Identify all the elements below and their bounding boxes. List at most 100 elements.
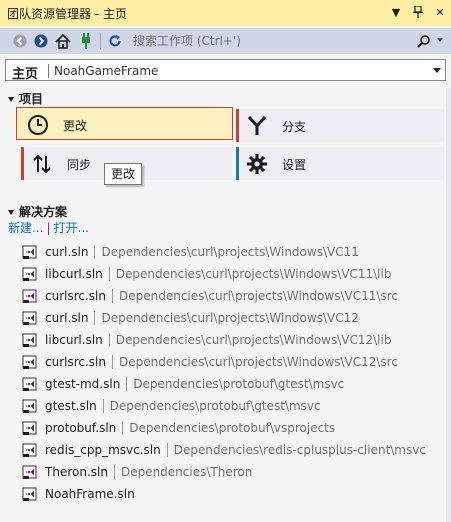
solution-path: Dependencies\curl\projects\Windows\VC12\…	[115, 333, 392, 347]
solution-separator	[94, 311, 96, 325]
solution-name: NoahFrame.sln	[45, 487, 135, 501]
solution-name: gtest.sln	[45, 399, 97, 413]
solution-separator	[126, 377, 128, 391]
solution-path: Dependencies\curl\projects\Windows\VC11\…	[119, 289, 398, 303]
gear-icon	[246, 153, 268, 175]
solution-file-icon	[22, 266, 38, 282]
solution-name: gtest-md.sln	[45, 377, 121, 391]
solution-separator	[108, 267, 110, 281]
tile-branches-label: 分支	[282, 120, 307, 134]
tooltip: 更改	[104, 163, 143, 185]
solution-file-icon	[22, 354, 38, 370]
solution-name: libcurl.sln	[45, 267, 103, 281]
page-title: 主页	[12, 67, 39, 82]
solution-path: Dependencies\Theron	[120, 465, 253, 479]
chevron-down-icon[interactable]	[433, 68, 441, 73]
solution-item[interactable]: gtest.sln Dependencies\protobuf\gtest\msv…	[22, 395, 447, 417]
tile-settings-label: 设置	[282, 158, 307, 172]
sync-icon	[31, 153, 53, 175]
solution-path: Dependencies\protobuf\vsprojects	[129, 421, 336, 435]
solution-separator	[113, 465, 115, 479]
solution-file-icon	[22, 486, 38, 502]
solution-item[interactable]: curlsrc.sln Dependencies\curl\projects\Wi…	[22, 285, 447, 307]
solution-item[interactable]: protobuf.sln Dependencies\protobuf\vsproj…	[22, 417, 447, 439]
search-input[interactable]	[133, 32, 403, 50]
solution-name: Theron.sln	[45, 465, 108, 479]
solution-item[interactable]: gtest-md.sln Dependencies\protobuf\gtest\…	[22, 373, 447, 395]
forward-icon[interactable]	[32, 32, 50, 50]
clock-icon	[27, 114, 49, 136]
collapse-triangle-icon[interactable]	[8, 96, 14, 102]
solution-path: Dependencies\curl\projects\Windows\VC12\…	[119, 355, 398, 369]
solution-path: Dependencies\curl\projects\Windows\VC11\…	[115, 267, 392, 281]
new-solution-link[interactable]: 新建...	[8, 221, 43, 235]
solution-item[interactable]: curlsrc.sln Dependencies\curl\projects\Wi…	[22, 351, 447, 373]
solution-name: curlsrc.sln	[45, 355, 106, 369]
solution-path: Dependencies\protobuf\gtest\msvc	[133, 377, 345, 391]
solution-file-icon	[22, 442, 38, 458]
solution-separator	[108, 333, 110, 347]
page-navigation[interactable]: 主页 NoahGameFrame	[5, 59, 446, 82]
solution-item[interactable]: curl.sln Dependencies\curl\projects\Windo…	[22, 307, 447, 329]
solution-file-icon	[22, 310, 38, 326]
open-solution-link[interactable]: 打开...	[54, 221, 89, 235]
solution-path: Dependencies\protobuf\gtest\msvc	[109, 399, 321, 413]
tile-changes[interactable]: 更改	[16, 107, 233, 140]
solution-file-icon	[22, 398, 38, 414]
solution-separator	[166, 443, 168, 457]
solution-file-icon	[22, 464, 38, 480]
solution-path: Dependencies\curl\projects\Windows\VC11	[101, 245, 359, 259]
solutions-section-title: 解决方案	[19, 205, 68, 219]
pin-icon[interactable]	[411, 4, 425, 20]
home-icon[interactable]	[54, 32, 72, 50]
tile-branches[interactable]: 分支	[236, 109, 444, 142]
solution-name: curlsrc.sln	[45, 289, 106, 303]
dropdown-icon[interactable]: ▼	[389, 4, 403, 20]
tile-settings[interactable]: 设置	[236, 147, 444, 180]
solution-file-icon	[22, 244, 38, 260]
solution-file-icon	[22, 376, 38, 392]
solution-file-icon	[22, 332, 38, 348]
tile-changes-label: 更改	[63, 119, 88, 133]
toolbar-separator	[100, 33, 101, 49]
solution-actions: 新建... | 打开...	[8, 221, 89, 235]
solution-separator	[112, 355, 113, 369]
branch-icon	[246, 115, 268, 137]
solution-file-icon	[22, 288, 38, 304]
toolbar	[0, 28, 451, 54]
solution-item[interactable]: libcurl.sln Dependencies\curl\projects\Wi…	[22, 263, 447, 285]
solution-name: libcurl.sln	[45, 333, 103, 347]
project-section-title: 项目	[19, 92, 44, 106]
solution-path: Dependencies\curl\projects\Windows\VC12	[101, 311, 359, 325]
solutions-section-header[interactable]: 解决方案	[8, 203, 67, 220]
solution-item[interactable]: redis_cpp_msvc.sln Dependencies\redis-cpl…	[22, 439, 447, 461]
solution-item[interactable]: curl.sln Dependencies\curl\projects\Windo…	[22, 241, 447, 263]
solution-list: curl.sln Dependencies\curl\projects\Windo…	[22, 241, 447, 505]
solution-name: redis_cpp_msvc.sln	[45, 443, 161, 457]
project-section-header[interactable]: 项目	[8, 90, 43, 107]
search-options-chevron-icon[interactable]	[437, 38, 443, 42]
scrollbar[interactable]	[446, 88, 451, 522]
solution-name: curl.sln	[45, 245, 89, 259]
search-box	[131, 32, 447, 50]
project-name: NoahGameFrame	[54, 64, 159, 78]
tile-sync-label: 同步	[67, 158, 92, 172]
connect-icon[interactable]	[77, 32, 95, 50]
solution-separator	[122, 421, 124, 435]
nav-separator	[48, 64, 49, 78]
solution-item[interactable]: NoahFrame.sln	[22, 483, 447, 505]
search-icon[interactable]	[417, 34, 431, 51]
back-icon[interactable]	[11, 32, 29, 50]
solution-file-icon	[22, 420, 38, 436]
solution-name: protobuf.sln	[45, 421, 117, 435]
close-icon[interactable]: ✕	[433, 4, 447, 20]
solution-separator	[112, 289, 113, 303]
refresh-icon[interactable]	[106, 32, 124, 50]
collapse-triangle-icon[interactable]	[8, 209, 14, 215]
window-title: 团队资源管理器 - 主页	[7, 7, 127, 21]
solution-path: Dependencies\redis-cplusplus-client\msvc	[173, 443, 426, 457]
solution-item[interactable]: libcurl.sln Dependencies\curl\projects\Wi…	[22, 329, 447, 351]
solution-item[interactable]: Theron.sln Dependencies\Theron	[22, 461, 447, 483]
title-bar: 团队资源管理器 - 主页 ▼ ✕	[0, 0, 451, 26]
solution-name: curl.sln	[45, 311, 89, 325]
